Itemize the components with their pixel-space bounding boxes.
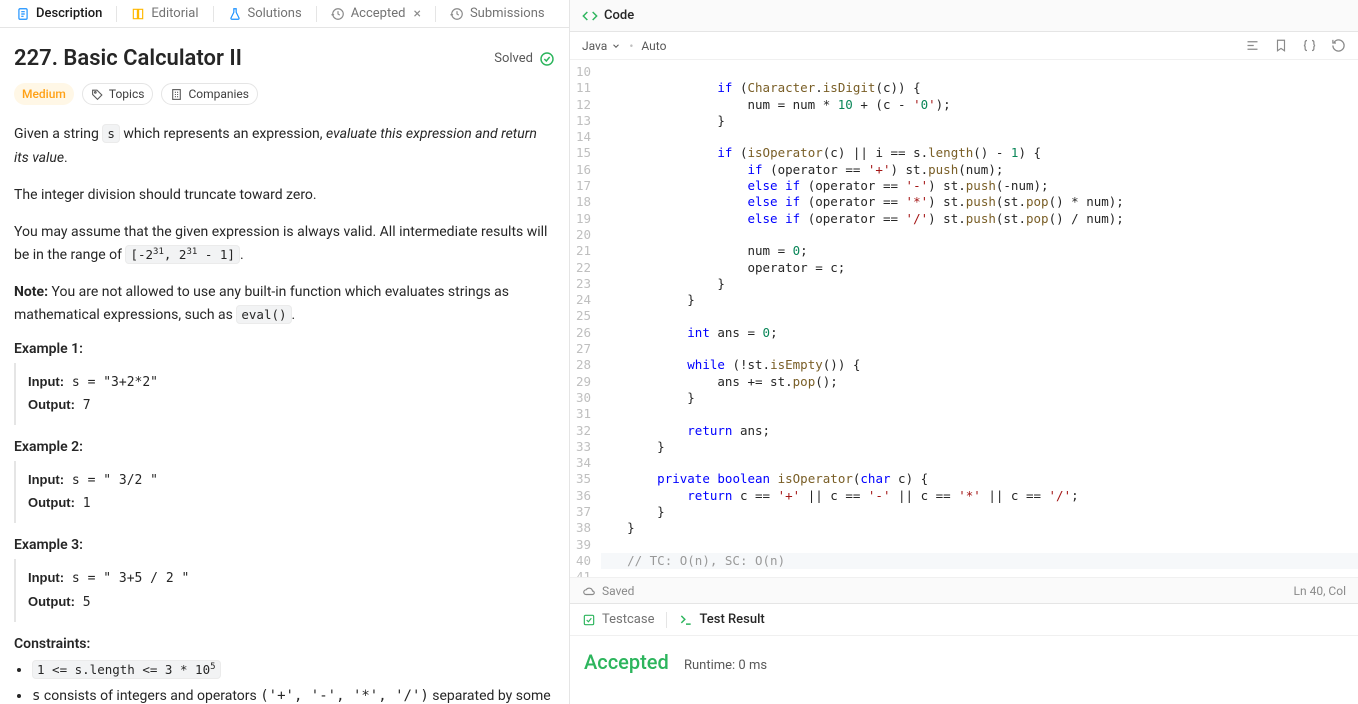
tab-accepted[interactable]: Accepted × bbox=[323, 2, 429, 25]
example-block: Input: s = " 3+5 / 2 "Output: 5 bbox=[14, 559, 555, 621]
result-panel: Accepted Runtime: 0 ms bbox=[570, 636, 1358, 704]
code-icon bbox=[582, 8, 598, 24]
companies-chip[interactable]: Companies bbox=[161, 83, 258, 105]
check-circle-icon bbox=[539, 51, 555, 67]
runtime: Runtime: 0 ms bbox=[684, 658, 767, 673]
code-header: Code bbox=[570, 0, 1358, 32]
braces-icon[interactable] bbox=[1302, 38, 1317, 53]
example-heading: Example 3: bbox=[14, 537, 555, 553]
tab-submissions[interactable]: Submissions bbox=[442, 2, 553, 25]
bookmark-icon[interactable] bbox=[1274, 38, 1288, 53]
cursor-position: Ln 40, Col bbox=[1294, 584, 1346, 598]
example-heading: Example 1: bbox=[14, 341, 555, 357]
history-icon bbox=[450, 7, 464, 21]
difficulty-chip: Medium bbox=[14, 83, 74, 105]
tab-description[interactable]: Description bbox=[8, 2, 110, 25]
problem-title: 227. Basic Calculator II bbox=[14, 46, 242, 71]
verdict: Accepted bbox=[584, 650, 669, 674]
tab-solutions[interactable]: Solutions bbox=[220, 2, 310, 25]
book-icon bbox=[131, 7, 145, 21]
left-tabs: Description Editorial Solutions Accepted… bbox=[0, 0, 569, 28]
constraints-heading: Constraints: bbox=[14, 636, 555, 652]
reset-icon[interactable] bbox=[1331, 38, 1346, 53]
history-icon bbox=[331, 7, 345, 21]
example-block: Input: s = " 3/2 "Output: 1 bbox=[14, 461, 555, 523]
close-icon[interactable]: × bbox=[413, 7, 420, 21]
document-icon bbox=[16, 7, 30, 21]
topics-chip[interactable]: Topics bbox=[82, 83, 154, 105]
tab-editorial[interactable]: Editorial bbox=[123, 2, 206, 25]
language-select[interactable]: Java bbox=[582, 39, 621, 53]
problem-body: 227. Basic Calculator II Solved Medium T… bbox=[0, 28, 569, 704]
auto-label[interactable]: Auto bbox=[641, 39, 666, 53]
saved-label: Saved bbox=[602, 584, 634, 598]
tab-test-result[interactable]: Test Result bbox=[679, 612, 764, 627]
example-heading: Example 2: bbox=[14, 439, 555, 455]
flask-icon bbox=[228, 7, 242, 21]
solved-badge: Solved bbox=[494, 51, 555, 67]
tab-testcase[interactable]: Testcase bbox=[582, 612, 654, 627]
format-icon[interactable] bbox=[1245, 38, 1260, 53]
building-icon bbox=[170, 88, 183, 101]
example-block: Input: s = "3+2*2"Output: 7 bbox=[14, 363, 555, 425]
terminal-icon bbox=[679, 613, 693, 627]
checkbox-icon bbox=[582, 613, 596, 627]
cloud-icon bbox=[582, 584, 596, 598]
code-editor[interactable]: 1011121314151617181920212223242526272829… bbox=[570, 60, 1358, 577]
tag-icon bbox=[91, 88, 104, 101]
chevron-down-icon bbox=[611, 41, 621, 51]
